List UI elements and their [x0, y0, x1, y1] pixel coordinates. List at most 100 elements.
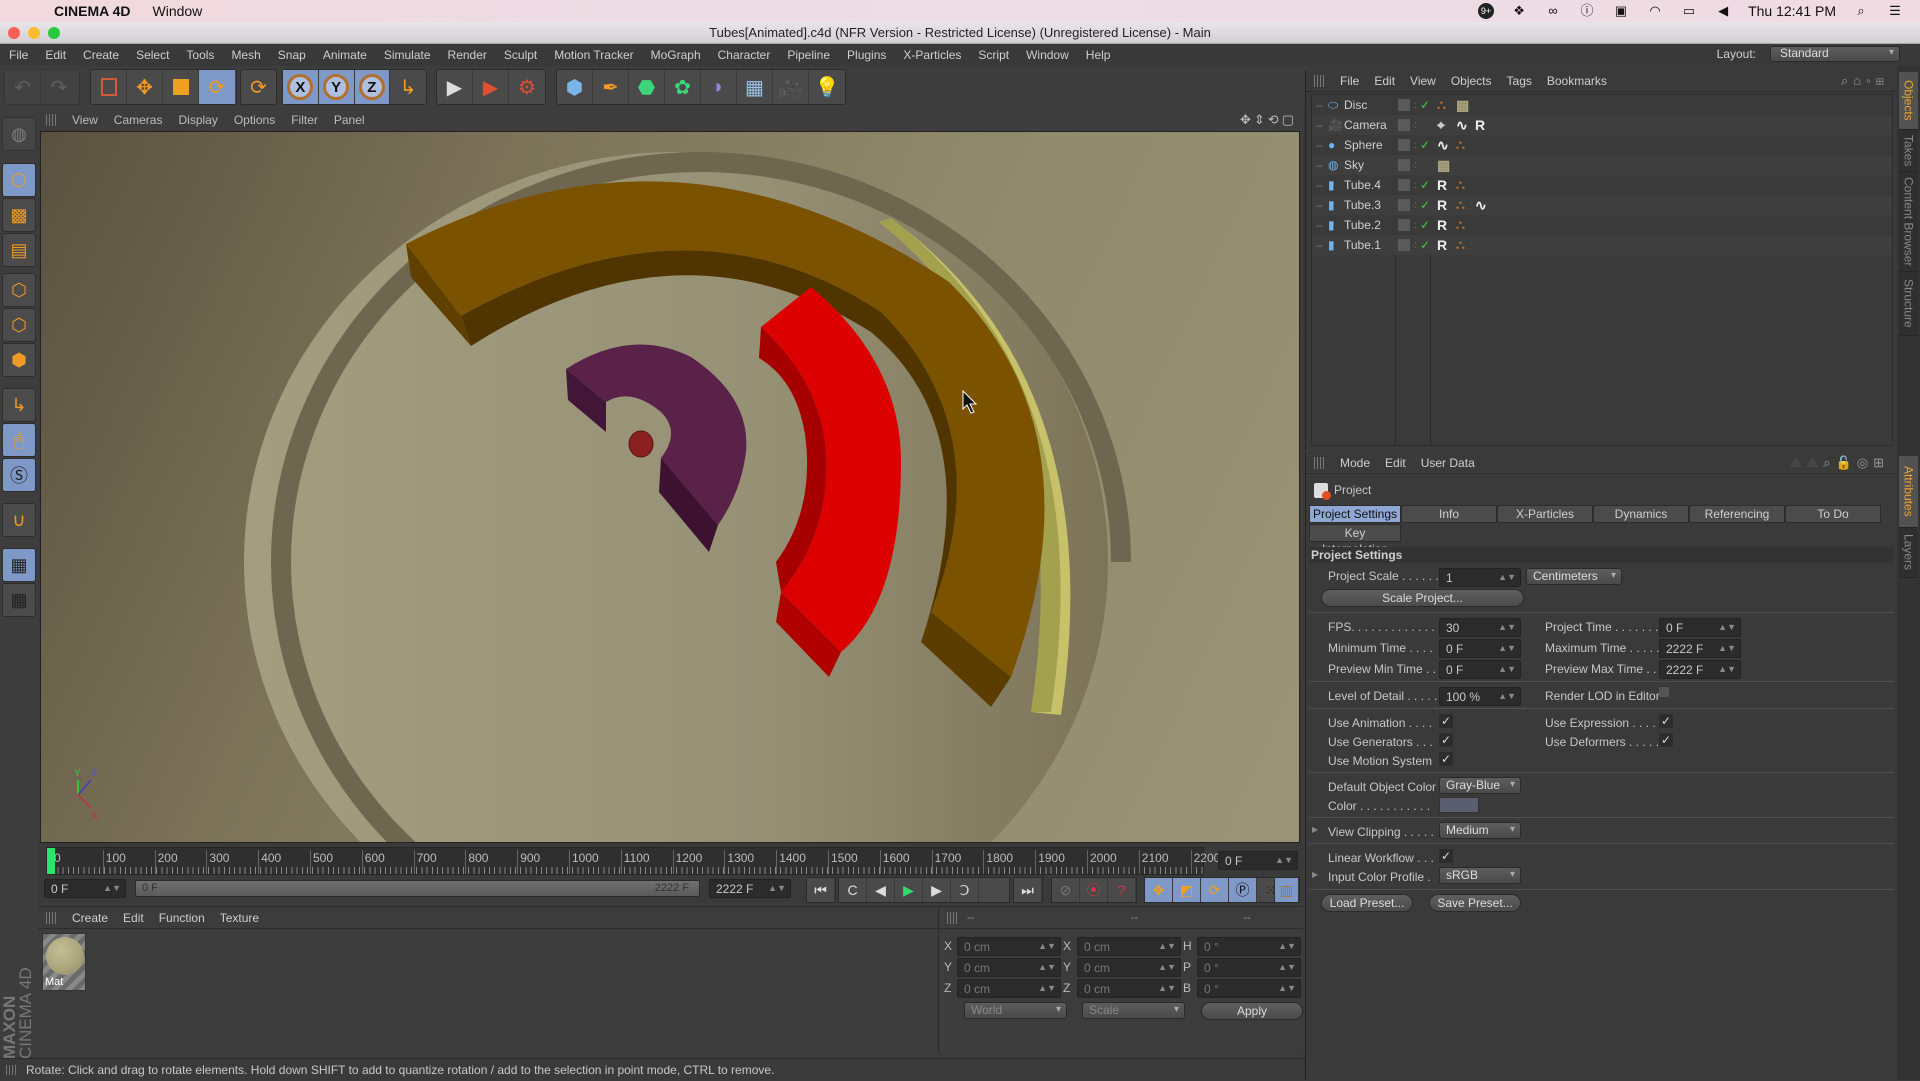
rotation-field[interactable]: 0 ° ▲▼	[1197, 937, 1301, 956]
undo-icon[interactable]: ↶	[5, 70, 41, 104]
x-axis-lock-icon[interactable]: X	[283, 70, 319, 104]
r-tag-icon[interactable]: R	[1475, 117, 1491, 133]
enabled-check-icon[interactable]: ✓	[1420, 98, 1434, 112]
goto-start-icon[interactable]: ⏮	[807, 878, 835, 902]
size-field[interactable]: 0 cm ▲▼	[1077, 958, 1181, 977]
menu-sculpt[interactable]: Sculpt	[495, 48, 545, 62]
tab-dynamics[interactable]: Dynamics	[1593, 505, 1689, 523]
airplay-icon[interactable]: ▭	[1680, 4, 1698, 18]
creative-cloud-icon[interactable]: ∞	[1544, 4, 1562, 18]
sphere-object[interactable]	[628, 430, 654, 458]
timeline-ruler[interactable]: 0 100 200 300 400 500 600 700 800 900 1000 1100 1200…	[46, 847, 1220, 875]
playhead[interactable]	[47, 848, 55, 874]
pen-spline-icon[interactable]: ✒	[593, 70, 629, 104]
goto-end-icon[interactable]: ⏭	[1014, 878, 1042, 902]
autokeying-icon[interactable]: ⦿	[1080, 878, 1108, 902]
start-frame-field[interactable]: 0 F ▲▼	[44, 879, 126, 898]
menu-select[interactable]: Select	[127, 48, 177, 62]
use-generators-checkbox[interactable]: ✓	[1439, 733, 1453, 747]
preview-max-time-field[interactable]: 2222 F ▲▼	[1659, 660, 1741, 679]
layer-icon[interactable]	[1398, 159, 1410, 171]
record-position-icon[interactable]: ✥	[1145, 878, 1173, 902]
r-tag-icon[interactable]: R	[1437, 217, 1453, 233]
model-mode-icon[interactable]: ⬡	[2, 163, 36, 197]
object-name[interactable]: Sphere	[1344, 138, 1394, 152]
object-name[interactable]: Tube.2	[1344, 218, 1394, 232]
visibility-dots-icon[interactable]: :	[1414, 120, 1420, 131]
attribute-menu-user-data[interactable]: User Data	[1415, 456, 1484, 470]
workplane-mode-icon[interactable]: ▤	[2, 233, 36, 267]
side-tab-structure[interactable]: Structure	[1899, 272, 1918, 336]
lock-workplane-icon[interactable]: ▦	[2, 548, 36, 582]
use-deformers-checkbox[interactable]: ✓	[1659, 733, 1673, 747]
object-name[interactable]: Tube.3	[1344, 198, 1394, 212]
viewport-menu-filter[interactable]: Filter	[285, 113, 328, 127]
project-time-field[interactable]: 0 F ▲▼	[1659, 618, 1741, 637]
dropbox-icon[interactable]: ❖	[1510, 4, 1528, 18]
object-row[interactable]: – ▮ Tube.1: ✓ R ∴	[1312, 235, 1892, 255]
texture-mode-icon[interactable]: ▩	[2, 198, 36, 232]
layer-icon[interactable]	[1398, 119, 1410, 131]
layer-icon[interactable]	[1398, 139, 1410, 151]
menu-tools[interactable]: Tools	[177, 48, 222, 62]
panel-grip[interactable]	[947, 911, 957, 924]
menu-motion-tracker[interactable]: Motion Tracker	[545, 48, 641, 62]
enabled-check-icon[interactable]: ✓	[1420, 178, 1434, 192]
position-field[interactable]: 0 cm ▲▼	[957, 958, 1061, 977]
menu-render[interactable]: Render	[439, 48, 495, 62]
use-animation-checkbox[interactable]: ✓	[1439, 714, 1453, 728]
clock[interactable]: Thu 12:41 PM	[1748, 3, 1836, 19]
project-scale-field[interactable]: 1 ▲▼	[1439, 568, 1521, 587]
previous-frame-icon[interactable]: ◀	[867, 878, 895, 902]
tab-key-interpolation[interactable]: Key Interpolation	[1309, 524, 1401, 556]
enabled-check-icon[interactable]: ✓	[1420, 198, 1434, 212]
render-picture-viewer-icon[interactable]: ▶	[473, 70, 509, 104]
object-menu-bookmarks[interactable]: Bookmarks	[1541, 74, 1616, 88]
floor-icon[interactable]: ▦	[737, 70, 773, 104]
menu-help[interactable]: Help	[1077, 48, 1119, 62]
material-tag-icon[interactable]: ▩	[1437, 157, 1453, 174]
layer-icon[interactable]	[1398, 239, 1410, 251]
spline-tag-icon[interactable]: ∿	[1456, 117, 1472, 134]
project-scale-unit-dropdown[interactable]: Centimeters	[1526, 568, 1622, 585]
color-swatch[interactable]	[1439, 797, 1479, 813]
object-row[interactable]: – ▮ Tube.4: ✓ R ∴	[1312, 175, 1892, 195]
tab-x-particles[interactable]: X-Particles	[1497, 505, 1593, 523]
expand-arrow-icon[interactable]: ▶	[1312, 825, 1318, 834]
position-field[interactable]: 0 cm ▲▼	[957, 937, 1061, 956]
attribute-menu-mode[interactable]: Mode	[1334, 456, 1379, 470]
expand-arrow-icon[interactable]: ▶	[1312, 870, 1318, 879]
array-icon[interactable]: ✿	[665, 70, 701, 104]
link-icon[interactable]: ◦	[1866, 73, 1876, 88]
viewport-menu-view[interactable]: View	[66, 113, 108, 127]
rotation-field[interactable]: 0 ° ▲▼	[1197, 958, 1301, 977]
current-frame-field[interactable]: 0 F ▲▼	[1218, 851, 1298, 870]
app-menu[interactable]: CINEMA 4D	[54, 3, 131, 19]
live-selection-icon[interactable]	[91, 70, 127, 104]
rotate-view-icon[interactable]: ⟲	[1268, 112, 1282, 127]
record-rotation-icon[interactable]: ⟳	[1201, 878, 1229, 902]
menu-mesh[interactable]: Mesh	[222, 48, 268, 62]
minimize-window-button[interactable]	[28, 27, 40, 39]
workplane-icon[interactable]: ▦	[2, 583, 36, 617]
side-tab-content-browser[interactable]: Content Browser	[1899, 172, 1918, 272]
viewport-menu-options[interactable]: Options	[228, 113, 285, 127]
viewport-menu-cameras[interactable]: Cameras	[108, 113, 173, 127]
level-of-detail-field[interactable]: 100 % ▲▼	[1439, 687, 1521, 706]
tab-info[interactable]: Info	[1401, 505, 1497, 523]
search-icon[interactable]: ⌕	[1841, 73, 1853, 88]
recent-tool-icon[interactable]: ⟳	[241, 70, 276, 104]
notification-center-icon[interactable]: ☰	[1886, 4, 1904, 18]
load-preset-button[interactable]: Load Preset...	[1321, 894, 1413, 912]
rotate-icon[interactable]: ⟳	[199, 70, 235, 104]
menu-x-particles[interactable]: X-Particles	[894, 48, 969, 62]
coordinate-system-icon[interactable]: ↳	[390, 70, 426, 104]
enabled-check-icon[interactable]: ✓	[1420, 238, 1434, 252]
menu-edit[interactable]: Edit	[36, 48, 74, 62]
coordinate-space-dropdown[interactable]: World	[964, 1002, 1067, 1019]
lock-icon[interactable]: 🔓	[1836, 455, 1857, 470]
wifi-icon[interactable]: ◠	[1646, 4, 1664, 18]
material-menu-create[interactable]: Create	[66, 911, 117, 925]
end-frame-field[interactable]: 2222 F ▲▼	[709, 879, 791, 898]
object-menu-objects[interactable]: Objects	[1445, 74, 1501, 88]
